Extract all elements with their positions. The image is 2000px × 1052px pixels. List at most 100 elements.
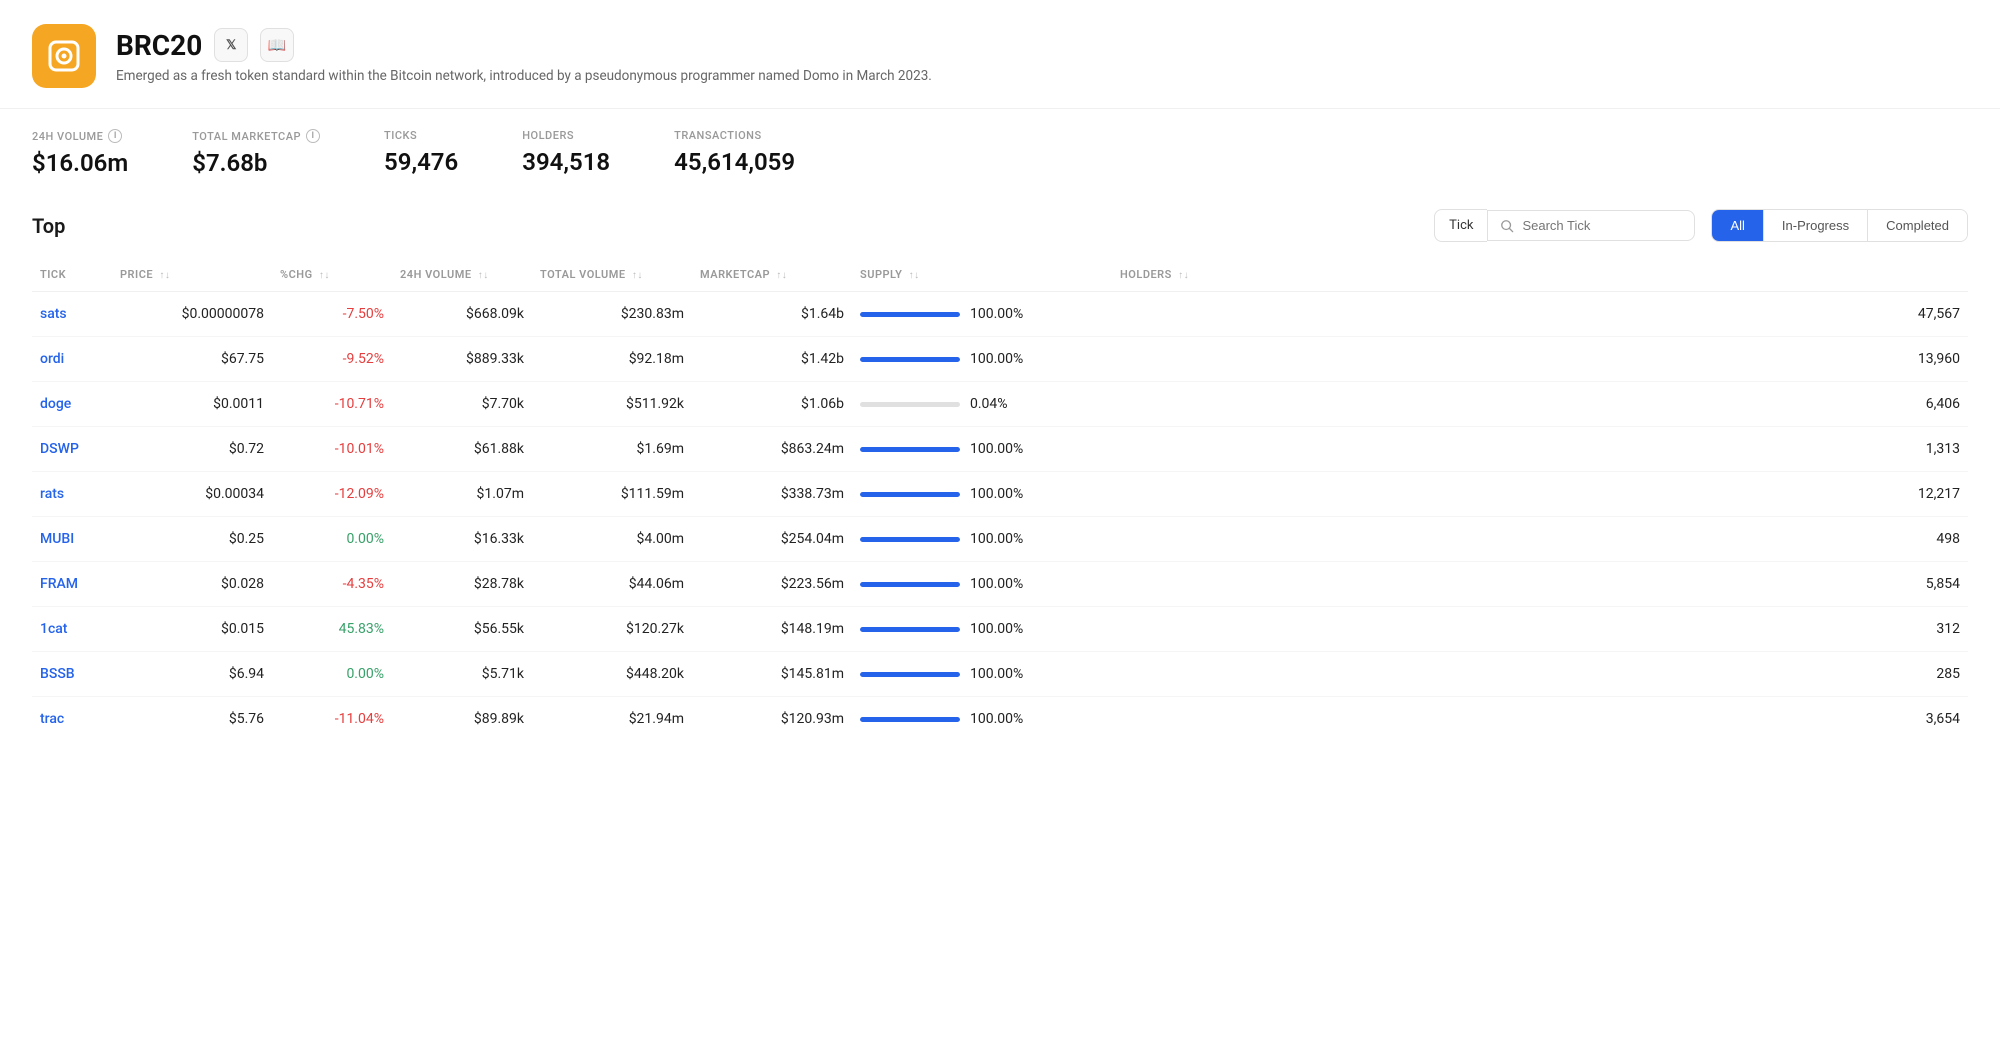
progress-bar bbox=[860, 537, 960, 542]
tick-link[interactable]: ordi bbox=[40, 351, 64, 367]
tick-link[interactable]: doge bbox=[40, 396, 71, 412]
cell-chg: 45.83% bbox=[272, 607, 392, 652]
cell-supply: 100.00% bbox=[852, 472, 1112, 517]
cell-tick: FRAM bbox=[32, 562, 112, 607]
cell-price: $6.94 bbox=[112, 652, 272, 697]
cell-mcap: $148.19m bbox=[692, 607, 852, 652]
supply-label: 100.00% bbox=[970, 666, 1023, 682]
header-info: BRC20 𝕏 📖 Emerged as a fresh token stand… bbox=[116, 28, 1968, 84]
cell-mcap: $1.42b bbox=[692, 337, 852, 382]
cell-vol24: $28.78k bbox=[392, 562, 532, 607]
cell-mcap: $1.64b bbox=[692, 292, 852, 337]
filter-all-button[interactable]: All bbox=[1712, 210, 1763, 241]
cell-vol24: $5.71k bbox=[392, 652, 532, 697]
cell-supply: 100.00% bbox=[852, 697, 1112, 742]
progress-fill bbox=[860, 672, 960, 677]
stat-label: 24H VOLUMEi bbox=[32, 129, 128, 143]
cell-holders: 1,313 bbox=[1112, 427, 1968, 472]
table-row: BSSB$6.940.00%$5.71k$448.20k$145.81m100.… bbox=[32, 652, 1968, 697]
table-body: sats$0.00000078-7.50%$668.09k$230.83m$1.… bbox=[32, 292, 1968, 742]
cell-mcap: $338.73m bbox=[692, 472, 852, 517]
col-chg: %CHG ↑↓ bbox=[272, 258, 392, 292]
table-row: MUBI$0.250.00%$16.33k$4.00m$254.04m100.0… bbox=[32, 517, 1968, 562]
cell-chg: -9.52% bbox=[272, 337, 392, 382]
stat-item: TOTAL MARKETCAPi$7.68b bbox=[192, 129, 320, 177]
cell-totvol: $44.06m bbox=[532, 562, 692, 607]
cell-mcap: $254.04m bbox=[692, 517, 852, 562]
tick-link[interactable]: DSWP bbox=[40, 441, 79, 457]
cell-vol24: $668.09k bbox=[392, 292, 532, 337]
filter-completed-button[interactable]: Completed bbox=[1868, 210, 1967, 241]
totvol-sort-icon[interactable]: ↑↓ bbox=[632, 270, 643, 281]
progress-bar bbox=[860, 582, 960, 587]
search-input[interactable] bbox=[1522, 218, 1682, 233]
data-table: TICK PRICE ↑↓ %CHG ↑↓ 24H VOLUME ↑↓ TOTA… bbox=[32, 258, 1968, 741]
table-row: FRAM$0.028-4.35%$28.78k$44.06m$223.56m10… bbox=[32, 562, 1968, 607]
supply-label: 100.00% bbox=[970, 306, 1023, 322]
info-icon[interactable]: i bbox=[108, 129, 122, 143]
filter-inprogress-button[interactable]: In-Progress bbox=[1764, 210, 1868, 241]
tick-link[interactable]: sats bbox=[40, 306, 67, 322]
progress-fill bbox=[860, 717, 960, 722]
cell-price: $5.76 bbox=[112, 697, 272, 742]
cell-price: $0.72 bbox=[112, 427, 272, 472]
vol24-sort-icon[interactable]: ↑↓ bbox=[478, 270, 489, 281]
stat-label: HOLDERS bbox=[522, 129, 610, 142]
cell-tick: doge bbox=[32, 382, 112, 427]
chg-sort-icon[interactable]: ↑↓ bbox=[319, 270, 330, 281]
cell-chg: 0.00% bbox=[272, 517, 392, 562]
stat-item: TRANSACTIONS45,614,059 bbox=[674, 129, 795, 177]
cell-chg: -10.71% bbox=[272, 382, 392, 427]
progress-fill bbox=[860, 312, 960, 317]
stat-label: TOTAL MARKETCAPi bbox=[192, 129, 320, 143]
twitter-button[interactable]: 𝕏 bbox=[214, 28, 248, 62]
cell-tick: ordi bbox=[32, 337, 112, 382]
tick-link[interactable]: FRAM bbox=[40, 576, 78, 592]
cell-totvol: $448.20k bbox=[532, 652, 692, 697]
tick-link[interactable]: MUBI bbox=[40, 531, 74, 547]
col-mcap: MARKETCAP ↑↓ bbox=[692, 258, 852, 292]
supply-sort-icon[interactable]: ↑↓ bbox=[909, 270, 920, 281]
cell-tick: DSWP bbox=[32, 427, 112, 472]
cell-vol24: $16.33k bbox=[392, 517, 532, 562]
price-sort-icon[interactable]: ↑↓ bbox=[159, 270, 170, 281]
tick-link[interactable]: rats bbox=[40, 486, 64, 502]
title-row: BRC20 𝕏 📖 bbox=[116, 28, 1968, 62]
table-row: trac$5.76-11.04%$89.89k$21.94m$120.93m10… bbox=[32, 697, 1968, 742]
progress-bar bbox=[860, 357, 960, 362]
progress-bar bbox=[860, 447, 960, 452]
cell-holders: 498 bbox=[1112, 517, 1968, 562]
cell-totvol: $111.59m bbox=[532, 472, 692, 517]
cell-vol24: $889.33k bbox=[392, 337, 532, 382]
tick-link[interactable]: BSSB bbox=[40, 666, 75, 682]
cell-totvol: $21.94m bbox=[532, 697, 692, 742]
cell-supply: 100.00% bbox=[852, 652, 1112, 697]
col-totvol: TOTAL VOLUME ↑↓ bbox=[532, 258, 692, 292]
tick-link[interactable]: trac bbox=[40, 711, 64, 727]
search-input-wrap[interactable] bbox=[1487, 210, 1695, 241]
col-tick: TICK bbox=[32, 258, 112, 292]
cell-tick: rats bbox=[32, 472, 112, 517]
cell-holders: 12,217 bbox=[1112, 472, 1968, 517]
cell-mcap: $120.93m bbox=[692, 697, 852, 742]
tick-link[interactable]: 1cat bbox=[40, 621, 67, 637]
holders-sort-icon[interactable]: ↑↓ bbox=[1178, 270, 1189, 281]
book-icon: 📖 bbox=[268, 36, 287, 54]
cell-totvol: $1.69m bbox=[532, 427, 692, 472]
info-icon[interactable]: i bbox=[306, 129, 320, 143]
progress-bar bbox=[860, 312, 960, 317]
cell-chg: -12.09% bbox=[272, 472, 392, 517]
cell-tick: trac bbox=[32, 697, 112, 742]
cell-price: $0.00034 bbox=[112, 472, 272, 517]
docs-button[interactable]: 📖 bbox=[260, 28, 294, 62]
table-row: DSWP$0.72-10.01%$61.88k$1.69m$863.24m100… bbox=[32, 427, 1968, 472]
mcap-sort-icon[interactable]: ↑↓ bbox=[776, 270, 787, 281]
cell-holders: 47,567 bbox=[1112, 292, 1968, 337]
progress-fill bbox=[860, 627, 960, 632]
supply-label: 100.00% bbox=[970, 441, 1023, 457]
cell-holders: 5,854 bbox=[1112, 562, 1968, 607]
cell-price: $0.028 bbox=[112, 562, 272, 607]
col-supply: SUPPLY ↑↓ bbox=[852, 258, 1112, 292]
cell-price: $0.00000078 bbox=[112, 292, 272, 337]
cell-vol24: $1.07m bbox=[392, 472, 532, 517]
